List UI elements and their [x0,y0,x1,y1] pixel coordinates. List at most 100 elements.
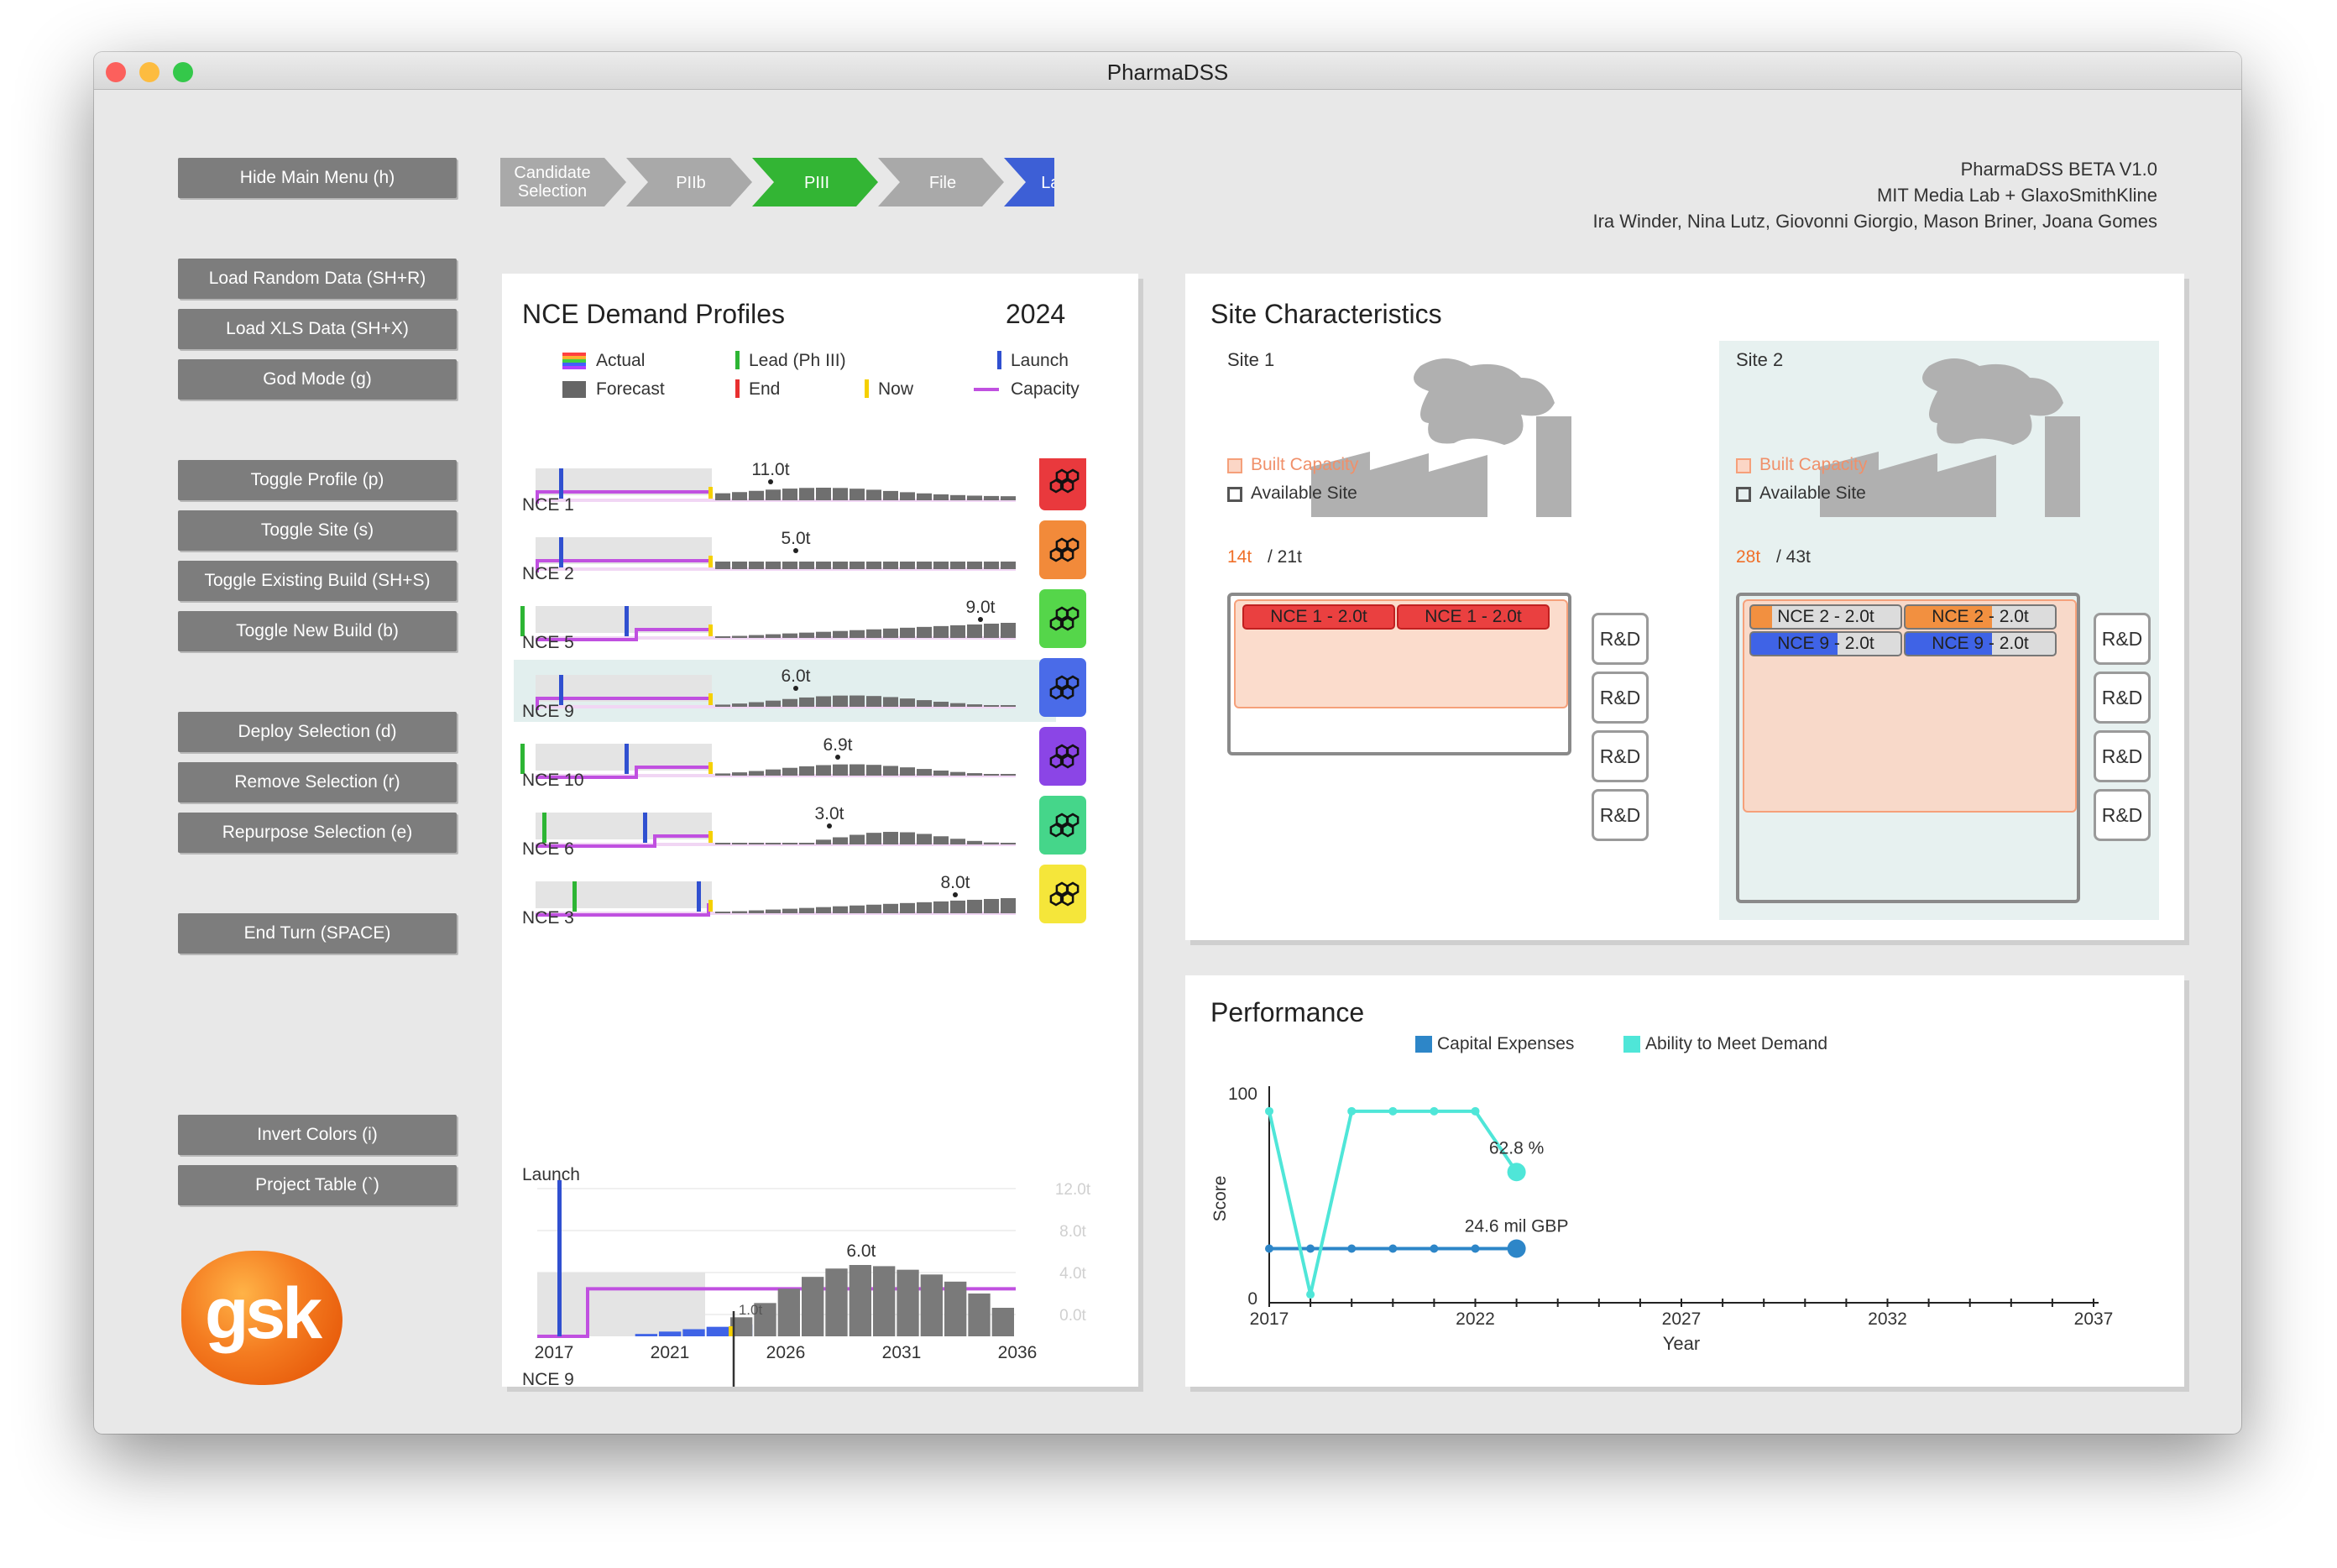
forecast-bar [967,624,982,638]
gsk-logo-text: gsk [204,1273,322,1354]
site-1-available-area[interactable]: NCE 1 - 2.0t NCE 1 - 2.0t [1227,593,1571,755]
toggle-profile-button[interactable]: Toggle Profile (p) [178,460,457,500]
forecast-bar [984,774,999,776]
nce-name: NCE 10 [522,771,584,790]
credits-authors: Ira Winder, Nina Lutz, Giovonni Giorgio,… [1592,211,2157,232]
nce-profile-row[interactable]: 3.0t NCE 6 [522,796,1086,859]
detail-forecast-bar [873,1266,896,1336]
launch-marker [625,606,629,636]
peak-dot [835,755,840,760]
forecast-bar [883,697,898,707]
site-2-card[interactable]: Site 2 Built Capacity Available Site 28t… [1719,341,2159,920]
site-1-rd-slot-3[interactable]: R&D [1592,730,1649,782]
site-1-rd-slot-4[interactable]: R&D [1592,789,1649,841]
peak-label: 8.0t [940,873,970,892]
load-random-data-button[interactable]: Load Random Data (SH+R) [178,259,457,299]
forecast-bar [900,832,915,844]
site-1-rd-slot-1[interactable]: R&D [1592,613,1649,665]
nce-profile-row[interactable]: 5.0t NCE 2 [522,520,1086,583]
forecast-bar [850,489,865,500]
detail-y-tick: 4.0t [1059,1265,1086,1283]
toggle-new-build-button[interactable]: Toggle New Build (b) [178,611,457,651]
nce-profile-row[interactable]: 11.0t NCE 1 [522,458,1086,515]
phase-label-0: Candidate [514,164,590,182]
load-xls-data-button[interactable]: Load XLS Data (SH+X) [178,309,457,349]
site-1-rd-slot-2[interactable]: R&D [1592,672,1649,724]
god-mode-button[interactable]: God Mode (g) [178,359,457,400]
forecast-bar [883,903,898,913]
launch-marker [625,744,629,774]
peak-label: 6.9t [823,735,852,755]
forecast-bar [816,562,831,569]
forecast-bar [900,492,915,500]
capex-point [1347,1244,1357,1253]
project-table-button[interactable]: Project Table (`) [178,1165,457,1205]
forecast-bar [782,843,797,844]
site-2-module-3[interactable]: NCE 9 - 2.0t [1749,631,1902,656]
launch-legend-label: Launch [1011,351,1069,370]
nce-profile-row[interactable]: 6.0t NCE 9 [514,658,1086,722]
forecast-bar [967,495,982,500]
x-tick-label: 2027 [1662,1309,1702,1329]
repurpose-selection-button[interactable]: Repurpose Selection (e) [178,813,457,853]
deploy-selection-button[interactable]: Deploy Selection (d) [178,712,457,752]
site-1-module-2[interactable]: NCE 1 - 2.0t [1397,604,1550,630]
site-2-module-4[interactable]: NCE 9 - 2.0t [1904,631,2057,656]
now-marker [708,487,713,499]
capacity-legend-label: Capacity [1011,379,1080,399]
forecast-bar [917,902,932,913]
forecast-bar [850,834,865,844]
detail-actual-bar [635,1334,657,1336]
launch-detail-chart: 12.0t8.0t4.0t0.0tLaunch20246.0t1.0t20172… [522,1165,1091,1387]
nce-name: NCE 2 [522,564,574,583]
launch-marker [697,881,701,912]
invert-colors-button[interactable]: Invert Colors (i) [178,1115,457,1155]
now-marker [708,762,713,774]
site-1-module-1[interactable]: NCE 1 - 2.0t [1242,604,1395,630]
site-2-module-2[interactable]: NCE 2 - 2.0t [1904,604,2057,630]
hide-main-menu-button[interactable]: Hide Main Menu (h) [178,158,457,198]
site-2-module-1[interactable]: NCE 2 - 2.0t [1749,604,1902,630]
site-1-card[interactable]: Site 1 Built Capacity Available Site 14t… [1210,341,1714,920]
forecast-bar [950,625,965,638]
remove-selection-button[interactable]: Remove Selection (r) [178,762,457,802]
nce-profile-row[interactable]: 6.9t NCE 10 [520,727,1086,790]
site-2-rd-slot-1[interactable]: R&D [2094,613,2151,665]
forecast-bar [833,562,848,569]
toggle-existing-build-button[interactable]: Toggle Existing Build (SH+S) [178,561,457,601]
nce-name: NCE 6 [522,839,574,859]
forecast-bar [917,834,932,844]
forecast-bar [766,769,781,776]
nce-profile-row[interactable]: 9.0t NCE 5 [520,589,1086,652]
lead-marker [542,813,546,843]
forecast-bar [766,562,781,569]
forecast-bar [749,562,764,569]
detail-x-tick: 2021 [651,1343,690,1362]
site-2-rd-slot-4[interactable]: R&D [2094,789,2151,841]
forecast-bar [883,832,898,844]
y-tick-label: 100 [1228,1085,1257,1104]
capex-legend-swatch [1415,1036,1432,1053]
peak-dot [953,892,958,897]
credits-version: PharmaDSS BETA V1.0 [1960,159,2157,180]
capacity-legend-swatch [974,388,999,391]
site-2-rd-slot-3[interactable]: R&D [2094,730,2151,782]
site-2-available-area[interactable]: NCE 2 - 2.0t NCE 2 - 2.0t NCE 9 - 2.0t N… [1736,593,2080,903]
detail-nce-label: NCE 9 [522,1370,574,1387]
site-1-available-swatch [1227,487,1242,502]
site-2-rd-slot-2[interactable]: R&D [2094,672,2151,724]
nce-profile-row[interactable]: 8.0t NCE 3 [522,865,1086,928]
detail-forecast-bar [849,1265,871,1336]
site-2-built-swatch [1736,458,1751,473]
forecast-bar [984,898,999,913]
forecast-legend-swatch [562,381,586,398]
forecast-bar [715,636,730,638]
forecast-bar [967,899,982,913]
end-turn-button[interactable]: End Turn (SPACE) [178,913,457,954]
toggle-site-button[interactable]: Toggle Site (s) [178,510,457,551]
detail-forecast-bar [802,1277,824,1336]
forecast-bar [1001,562,1016,569]
y-axis-label: Score [1210,1176,1230,1222]
forecast-bar [950,771,965,776]
lead-marker [520,744,525,774]
